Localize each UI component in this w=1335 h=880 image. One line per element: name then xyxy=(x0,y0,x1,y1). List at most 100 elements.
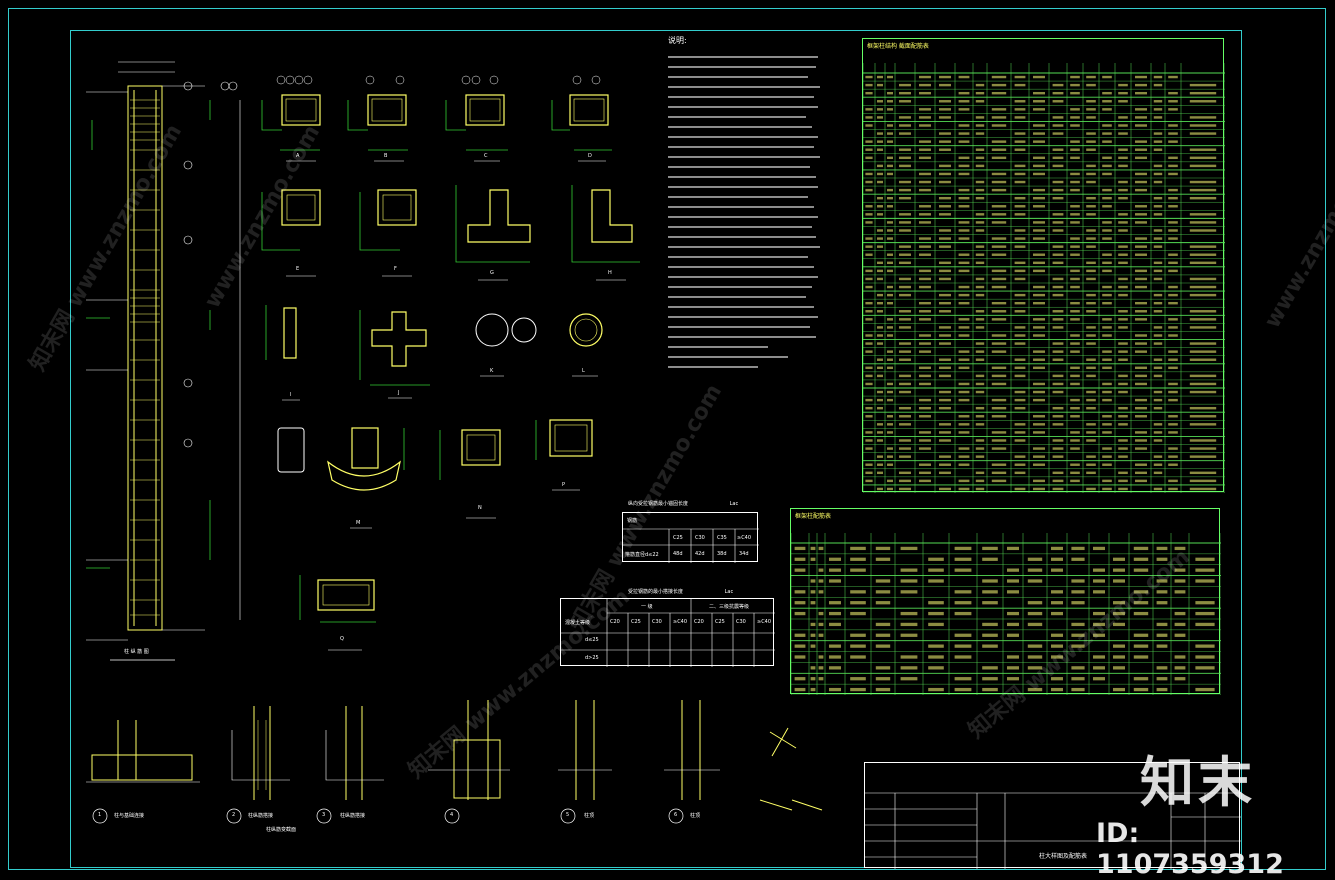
table-cell-text xyxy=(1070,415,1080,418)
table-cell-text xyxy=(1033,447,1045,450)
table-cell-text xyxy=(865,301,873,305)
table-cell-text xyxy=(887,285,893,289)
table-cell-text xyxy=(958,487,970,491)
table-cell-text xyxy=(975,277,985,281)
table-cell-text xyxy=(1189,277,1217,281)
table-cell-text xyxy=(1052,229,1064,232)
table-cell-text xyxy=(1168,229,1178,232)
table-cell-text xyxy=(1033,100,1045,103)
table-cell-text xyxy=(1014,148,1026,151)
table-cell-text xyxy=(1135,350,1147,353)
table-cell-text xyxy=(919,406,931,410)
table-cell-text xyxy=(1086,172,1096,176)
table-cell-text xyxy=(1135,382,1147,386)
table-cell-text xyxy=(1093,546,1105,551)
section-K xyxy=(475,313,537,347)
table-cell-text xyxy=(1014,213,1026,216)
table-cell-text xyxy=(887,261,893,265)
table-cell-text xyxy=(1135,188,1147,192)
notes-line xyxy=(668,72,808,82)
table-cell-text xyxy=(1086,390,1096,394)
detail-num-2: 2 xyxy=(232,812,236,818)
table-cell-text xyxy=(939,487,951,491)
table-cell-text xyxy=(1118,471,1128,475)
table-cell-text xyxy=(1086,277,1096,281)
table-cell-text xyxy=(1102,164,1112,168)
table-cell-text xyxy=(794,611,806,616)
table-cell-text xyxy=(818,568,824,572)
section-label-P: P xyxy=(562,482,566,488)
table-cell-text xyxy=(865,350,873,353)
table-cell-text xyxy=(899,164,911,168)
table-cell-text xyxy=(1135,83,1147,87)
table-cell-text xyxy=(1118,455,1128,458)
table-cell-text xyxy=(1189,164,1217,168)
table-cell-text xyxy=(1118,342,1128,345)
table-cell-text xyxy=(899,406,911,410)
table-cell-text xyxy=(1118,382,1128,386)
table-cell-text xyxy=(1052,415,1064,418)
table-cell-text xyxy=(877,116,883,119)
table-cell-text xyxy=(899,100,911,103)
table-cell-text xyxy=(899,229,911,232)
table-cell-text xyxy=(887,398,893,402)
table-cell-text xyxy=(899,285,911,289)
table-cell-text xyxy=(939,116,951,119)
table-cell-text xyxy=(887,334,893,337)
table-cell-text xyxy=(1052,342,1064,345)
table-cell-text xyxy=(1086,75,1096,79)
table-cell-text xyxy=(1052,423,1064,426)
table-cell-text xyxy=(975,156,985,160)
table-cell-text xyxy=(877,277,883,281)
table-cell-text xyxy=(1135,253,1147,256)
table-cell-text xyxy=(1014,293,1026,297)
table-cell-text xyxy=(1070,398,1080,402)
table-cell-text xyxy=(899,447,911,450)
table-cell-text xyxy=(1014,164,1026,168)
table-cell-text xyxy=(1156,666,1168,670)
table-cell-text xyxy=(1153,196,1163,200)
table-cell-text xyxy=(928,557,944,561)
table-cell-text xyxy=(1033,318,1045,321)
detail-6 xyxy=(681,700,701,800)
table-cell-text xyxy=(982,590,998,594)
table-cell-text xyxy=(887,423,893,426)
table-cell-text xyxy=(939,326,951,329)
table-cell-text xyxy=(829,568,841,572)
anchor-col: C30 xyxy=(695,535,705,541)
notes-line xyxy=(668,122,812,132)
table-cell-text xyxy=(1033,415,1045,418)
table-cell-text xyxy=(958,318,970,321)
section-label-E: E xyxy=(296,266,300,272)
table-cell-text xyxy=(1168,487,1178,491)
section-label-G: G xyxy=(490,270,494,276)
table-cell-text xyxy=(1027,622,1043,627)
table-cell-text xyxy=(1168,237,1178,240)
table-cell-text xyxy=(865,342,873,345)
section-label-L: L xyxy=(582,368,585,374)
table-cell-text xyxy=(975,479,985,483)
table-cell-text xyxy=(975,253,985,256)
table-cell-text xyxy=(1168,463,1178,466)
table-cell-text xyxy=(1168,431,1178,434)
table-cell-text xyxy=(1102,285,1112,289)
table-cell-text xyxy=(1086,100,1096,103)
detail-1 xyxy=(91,720,193,781)
table-cell-text xyxy=(1189,261,1217,265)
table-cell-text xyxy=(887,463,893,466)
table-cell-text xyxy=(887,479,893,483)
table-cell-text xyxy=(1102,415,1112,418)
table-cell-text xyxy=(1102,487,1112,491)
table-cell-text xyxy=(900,666,918,670)
table-cell-text xyxy=(991,439,1007,442)
table-cell-text xyxy=(1033,382,1045,386)
table-cell-text xyxy=(1189,221,1217,224)
table-cell-text xyxy=(1007,590,1019,594)
table-cell-text xyxy=(919,269,931,273)
table-cell-text xyxy=(1168,253,1178,256)
section-L xyxy=(569,313,603,347)
detail-num-1: 1 xyxy=(98,812,102,818)
table-cell-text xyxy=(810,633,816,637)
table-cell-text xyxy=(1014,196,1026,200)
table-cell-text xyxy=(887,447,893,450)
